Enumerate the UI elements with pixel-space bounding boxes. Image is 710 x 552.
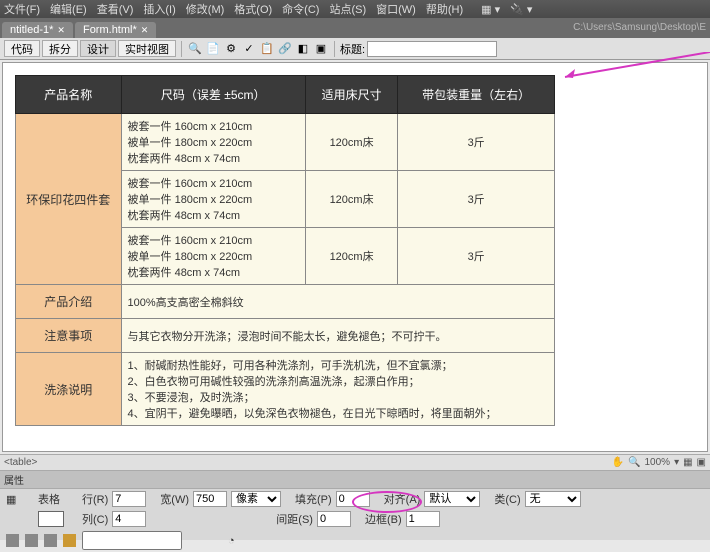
width-input[interactable]	[193, 491, 227, 507]
extension-icon[interactable]: 🔌 ▾	[510, 3, 532, 16]
menu-command[interactable]: 命令(C)	[282, 1, 319, 17]
space-label: 间距(S)	[276, 511, 313, 527]
tool-icon[interactable]: 📄	[205, 41, 221, 57]
tool-icon[interactable]: ▣	[697, 457, 706, 468]
pad-input[interactable]	[336, 491, 370, 507]
tool-icon[interactable]	[6, 534, 19, 547]
tool-icon[interactable]	[63, 534, 76, 547]
cell-bed: 120cm床	[305, 228, 397, 285]
table-icon: ▦	[6, 493, 34, 506]
cell-spec: 被套一件 160cm x 210cm被单一件 180cm x 220cm枕套两件…	[121, 228, 305, 285]
tool-icon[interactable]	[25, 534, 38, 547]
tag-selector[interactable]: <table>	[4, 457, 37, 468]
tool-icon[interactable]: 📋	[259, 41, 275, 57]
cell-wash: 1、耐碱耐热性能好，可用各种洗涤剂，可手洗机洗，但不宜氯漂；2、白色衣物可用碱性…	[121, 353, 554, 426]
menu-file[interactable]: 文件(F)	[4, 1, 40, 17]
product-table: 产品名称尺码（误差 ±5cm）适用床尺寸带包装重量（左右） 环保印花四件套被套一…	[15, 75, 555, 426]
menu-edit[interactable]: 编辑(E)	[50, 1, 87, 17]
code-button[interactable]: 代码	[4, 40, 40, 57]
class-label: 类(C)	[494, 491, 520, 507]
menu-insert[interactable]: 插入(I)	[143, 1, 175, 17]
menu-window[interactable]: 窗口(W)	[376, 1, 416, 17]
design-button[interactable]: 设计	[80, 40, 116, 57]
tab-form[interactable]: Form.html*✕	[75, 22, 156, 38]
tool-icon[interactable]: 🔗	[277, 41, 293, 57]
menu-bar: 文件(F) 编辑(E) 查看(V) 插入(I) 修改(M) 格式(O) 命令(C…	[0, 0, 710, 18]
status-bar: <table> ✋🔍100%▾▦▣	[0, 454, 710, 470]
tool-icon[interactable]: ▣	[313, 41, 329, 57]
split-button[interactable]: 拆分	[42, 40, 78, 57]
cell-weight: 3斤	[398, 228, 555, 285]
section-label: 表格	[38, 491, 78, 507]
width-unit[interactable]: 像素	[231, 491, 281, 507]
menu-modify[interactable]: 修改(M)	[186, 1, 225, 17]
color-swatch[interactable]	[38, 511, 64, 527]
tool-icon[interactable]: ◔	[228, 535, 235, 547]
rows-input[interactable]	[112, 491, 146, 507]
live-button[interactable]: 实时视图	[118, 40, 176, 57]
title-input[interactable]	[367, 41, 497, 57]
design-canvas[interactable]: 产品名称尺码（误差 ±5cm）适用床尺寸带包装重量（左右） 环保印花四件套被套一…	[2, 62, 708, 452]
panel-title: 属性	[0, 471, 710, 489]
menu-site[interactable]: 站点(S)	[329, 1, 366, 17]
cell-bed: 120cm床	[305, 114, 397, 171]
cols-input[interactable]	[112, 511, 146, 527]
layout-icon[interactable]: ▦ ▾	[481, 3, 500, 16]
align-label: 对齐(A)	[384, 491, 421, 507]
cell-intro-label: 产品介绍	[16, 285, 122, 319]
border-label: 边框(B)	[365, 511, 402, 527]
file-path: C:\Users\Samsung\Desktop\E	[573, 22, 706, 33]
cell-wash-label: 洗涤说明	[16, 353, 122, 426]
cell-notice: 与其它衣物分开洗涤；浸泡时间不能太长，避免褪色；不可拧干。	[121, 319, 554, 353]
th-weight: 带包装重量（左右）	[398, 76, 555, 114]
pad-label: 填充(P)	[295, 491, 332, 507]
menu-view[interactable]: 查看(V)	[97, 1, 134, 17]
tool-icon[interactable]: ⚙	[223, 41, 239, 57]
align-select[interactable]: 默认	[424, 491, 480, 507]
close-icon[interactable]: ✕	[141, 25, 149, 36]
tool-icon[interactable]: ✓	[241, 41, 257, 57]
cols-label: 列(C)	[82, 511, 108, 527]
rows-label: 行(R)	[82, 491, 108, 507]
cell-spec: 被套一件 160cm x 210cm被单一件 180cm x 220cm枕套两件…	[121, 114, 305, 171]
tool-icon[interactable]: ▦	[683, 457, 692, 468]
cell-bed: 120cm床	[305, 171, 397, 228]
menu-format[interactable]: 格式(O)	[234, 1, 272, 17]
close-icon[interactable]: ✕	[57, 25, 65, 36]
cell-weight: 3斤	[398, 171, 555, 228]
tool-icon[interactable]	[44, 534, 57, 547]
cell-weight: 3斤	[398, 114, 555, 171]
zoom-value[interactable]: 100%	[644, 457, 670, 468]
cell-product-name: 环保印花四件套	[16, 114, 122, 285]
title-label: 标题:	[340, 41, 365, 57]
tool-icon[interactable]: 🔍	[628, 457, 640, 468]
menu-help[interactable]: 帮助(H)	[426, 1, 463, 17]
th-bed: 适用床尺寸	[305, 76, 397, 114]
view-toolbar: 代码 拆分 设计 实时视图 🔍 📄 ⚙ ✓ 📋 🔗 ◧ ▣ 标题:	[0, 38, 710, 60]
width-label: 宽(W)	[160, 491, 189, 507]
properties-panel: 属性 ▦ 表格 行(R) 宽(W) 像素 填充(P) 对齐(A)默认 类(C) 无…	[0, 470, 710, 540]
border-input[interactable]	[406, 511, 440, 527]
tab-untitled[interactable]: ntitled-1*✕	[2, 22, 73, 38]
space-input[interactable]	[317, 511, 351, 527]
tool-icon[interactable]: 🔍	[187, 41, 203, 57]
th-size: 尺码（误差 ±5cm）	[121, 76, 305, 114]
tool-icon[interactable]: ◧	[295, 41, 311, 57]
extra-input[interactable]	[82, 531, 182, 550]
th-name: 产品名称	[16, 76, 122, 114]
cell-intro: 100%高支高密全棉斜纹	[121, 285, 554, 319]
class-select[interactable]: 无	[525, 491, 581, 507]
tool-icon[interactable]: ✋	[612, 457, 624, 468]
cell-spec: 被套一件 160cm x 210cm被单一件 180cm x 220cm枕套两件…	[121, 171, 305, 228]
cell-notice-label: 注意事项	[16, 319, 122, 353]
